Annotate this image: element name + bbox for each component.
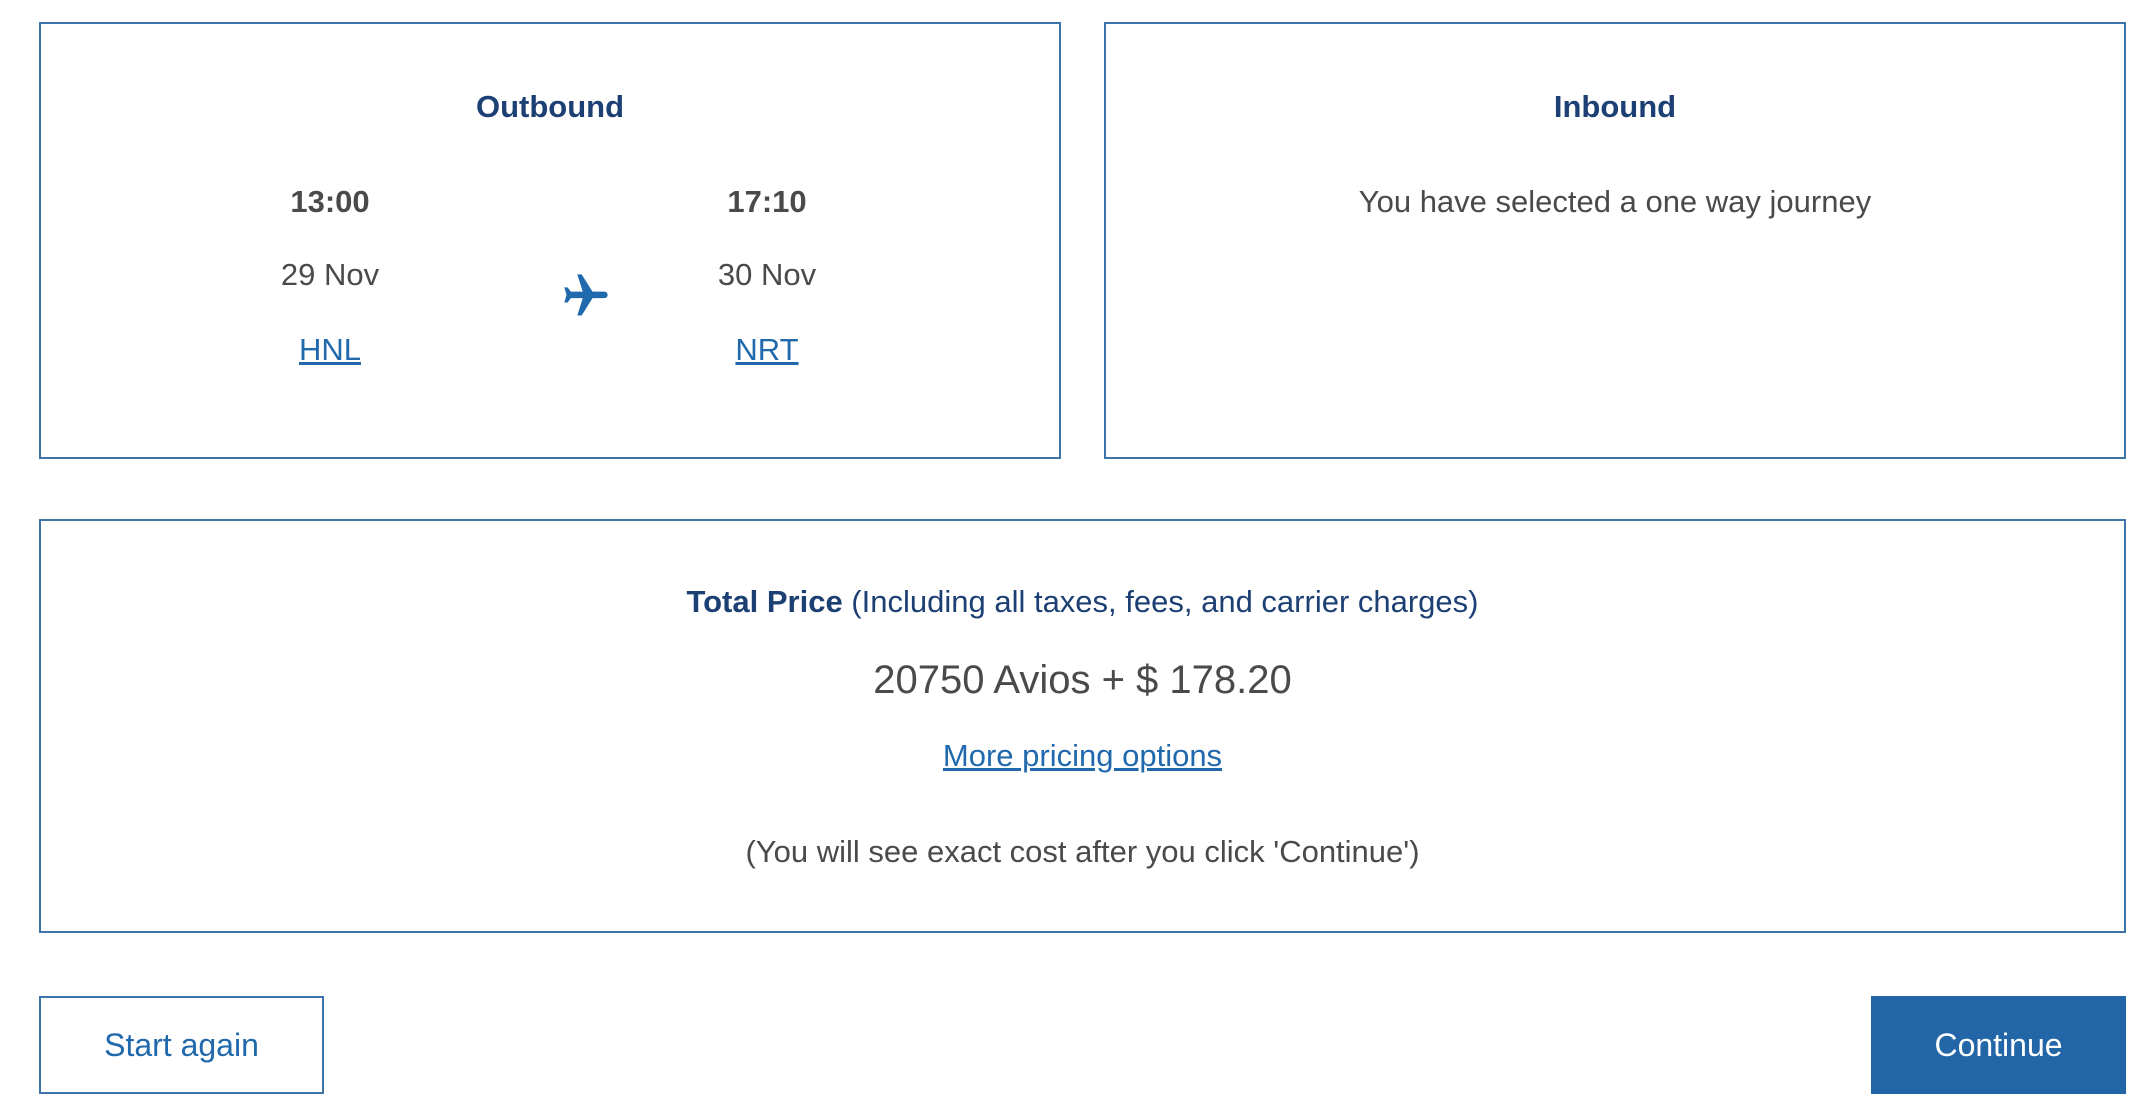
- price-panel: Total Price (Including all taxes, fees, …: [39, 519, 2126, 933]
- exact-cost-note: (You will see exact cost after you click…: [745, 834, 1420, 869]
- start-again-button[interactable]: Start again: [39, 996, 324, 1094]
- total-price-note: (Including all taxes, fees, and carrier …: [842, 584, 1479, 619]
- more-pricing-options-row: More pricing options: [41, 738, 2124, 774]
- total-price-heading: Total Price (Including all taxes, fees, …: [41, 584, 2124, 620]
- total-price-value: 20750 Avios + $ 178.20: [873, 658, 1292, 702]
- plane-icon: [564, 274, 608, 316]
- continue-button[interactable]: Continue: [1871, 996, 2126, 1094]
- arrival-date: 30 Nov: [717, 257, 817, 292]
- one-way-message: You have selected a one way journey: [1358, 184, 1872, 219]
- total-price-label: Total Price: [686, 584, 843, 619]
- departure-date: 29 Nov: [280, 257, 380, 292]
- departure-time: 13:00: [290, 184, 370, 219]
- departure-airport-link[interactable]: HNL: [180, 332, 480, 368]
- arrival-time: 17:10: [727, 184, 807, 219]
- inbound-title: Inbound: [1553, 89, 1677, 124]
- more-pricing-options-link[interactable]: More pricing options: [943, 738, 1222, 773]
- outbound-panel: Outbound 13:00 29 Nov HNL 17:10 30 Nov N…: [39, 22, 1061, 459]
- outbound-title: Outbound: [475, 89, 625, 124]
- arrival-airport-link[interactable]: NRT: [617, 332, 917, 368]
- inbound-panel: Inbound You have selected a one way jour…: [1104, 22, 2126, 459]
